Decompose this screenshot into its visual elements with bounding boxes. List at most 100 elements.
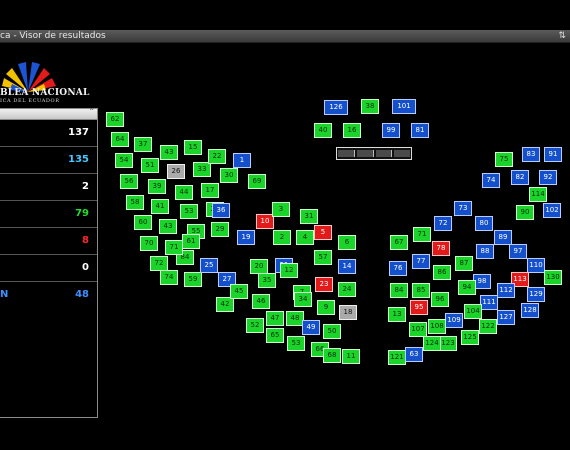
seat-51[interactable]: 51 — [141, 158, 159, 173]
seat-70[interactable]: 70 — [140, 236, 158, 251]
seat-56[interactable]: 56 — [120, 174, 138, 189]
seat-63[interactable]: 63 — [405, 347, 423, 362]
seat-15[interactable]: 15 — [184, 140, 202, 155]
seat-41[interactable]: 41 — [151, 199, 169, 214]
seat-91[interactable]: 91 — [544, 147, 562, 162]
seat-61[interactable]: 61 — [182, 234, 200, 249]
seat-78[interactable]: 78 — [432, 241, 450, 256]
seat-6[interactable]: 6 — [338, 235, 356, 250]
seat-53[interactable]: 53 — [287, 336, 305, 351]
seat-39[interactable]: 39 — [148, 179, 166, 194]
seat-62[interactable]: 62 — [106, 112, 124, 127]
seat-45[interactable]: 45 — [230, 284, 248, 299]
seat-86[interactable]: 86 — [433, 265, 451, 280]
seat-42[interactable]: 42 — [216, 297, 234, 312]
seat-71[interactable]: 71 — [165, 240, 183, 255]
seat-60[interactable]: 60 — [134, 215, 152, 230]
seat-87[interactable]: 87 — [455, 256, 473, 271]
seat-38[interactable]: 38 — [361, 99, 379, 114]
seat-102[interactable]: 102 — [543, 203, 561, 218]
seat-128[interactable]: 128 — [521, 303, 539, 318]
seat-26[interactable]: 26 — [167, 164, 185, 179]
seat-123[interactable]: 123 — [439, 336, 457, 351]
seat-52[interactable]: 52 — [246, 318, 264, 333]
seat-50[interactable]: 50 — [323, 324, 341, 339]
seat-49[interactable]: 49 — [302, 320, 320, 335]
seat-30[interactable]: 30 — [220, 168, 238, 183]
seat-81[interactable]: 81 — [411, 123, 429, 138]
seat-101[interactable]: 101 — [392, 99, 416, 114]
seat-130[interactable]: 130 — [544, 270, 562, 285]
seat-18[interactable]: 18 — [339, 305, 357, 320]
seat-12[interactable]: 12 — [280, 263, 298, 278]
seat-69[interactable]: 69 — [248, 174, 266, 189]
seat-114[interactable]: 114 — [529, 187, 547, 202]
seat-13[interactable]: 13 — [388, 307, 406, 322]
seat-23[interactable]: 23 — [315, 277, 333, 292]
seat-96[interactable]: 96 — [431, 292, 449, 307]
seat-24[interactable]: 24 — [338, 282, 356, 297]
seat-85[interactable]: 85 — [412, 283, 430, 298]
seat-5[interactable]: 5 — [314, 225, 332, 240]
seat-109[interactable]: 109 — [445, 313, 463, 328]
seat-3[interactable]: 3 — [272, 202, 290, 217]
seat-19[interactable]: 19 — [237, 230, 255, 245]
seat-16[interactable]: 16 — [343, 123, 361, 138]
seat-107[interactable]: 107 — [409, 322, 427, 337]
seat-35[interactable]: 35 — [258, 273, 276, 288]
seat-46[interactable]: 46 — [252, 294, 270, 309]
seat-74[interactable]: 74 — [482, 173, 500, 188]
seat-108[interactable]: 108 — [428, 319, 446, 334]
seat-54[interactable]: 54 — [115, 153, 133, 168]
seat-59[interactable]: 59 — [184, 272, 202, 287]
seat-72[interactable]: 72 — [150, 256, 168, 271]
seat-43[interactable]: 43 — [159, 219, 177, 234]
seat-72[interactable]: 72 — [434, 216, 452, 231]
seat-44[interactable]: 44 — [175, 185, 193, 200]
seat-43[interactable]: 43 — [160, 145, 178, 160]
seat-47[interactable]: 47 — [266, 311, 284, 326]
seat-90[interactable]: 90 — [516, 205, 534, 220]
seat-112[interactable]: 112 — [497, 283, 515, 298]
seat-11[interactable]: 11 — [342, 349, 360, 364]
seat-2[interactable]: 2 — [273, 230, 291, 245]
seat-84[interactable]: 84 — [390, 283, 408, 298]
seat-94[interactable]: 94 — [458, 280, 476, 295]
scroll-up-icon[interactable]: ⌃ — [88, 107, 95, 116]
seat-71[interactable]: 71 — [413, 227, 431, 242]
seat-4[interactable]: 4 — [296, 230, 314, 245]
seat-74[interactable]: 74 — [160, 270, 178, 285]
seat-104[interactable]: 104 — [464, 304, 482, 319]
seat-127[interactable]: 127 — [497, 310, 515, 325]
seat-122[interactable]: 122 — [479, 319, 497, 334]
seat-88[interactable]: 88 — [476, 244, 494, 259]
seat-34[interactable]: 34 — [294, 292, 312, 307]
seat-125[interactable]: 125 — [461, 330, 479, 345]
seat-40[interactable]: 40 — [314, 123, 332, 138]
seat-73[interactable]: 73 — [454, 201, 472, 216]
seat-22[interactable]: 22 — [208, 149, 226, 164]
seat-65[interactable]: 65 — [266, 328, 284, 343]
seat-82[interactable]: 82 — [511, 170, 529, 185]
seat-68[interactable]: 68 — [323, 348, 341, 363]
seat-129[interactable]: 129 — [527, 287, 545, 302]
seat-33[interactable]: 33 — [193, 162, 211, 177]
window-control-icon[interactable]: ⇅ — [558, 30, 566, 42]
seat-58[interactable]: 58 — [126, 195, 144, 210]
seat-31[interactable]: 31 — [300, 209, 318, 224]
seat-121[interactable]: 121 — [388, 350, 406, 365]
seat-76[interactable]: 76 — [389, 261, 407, 276]
seat-111[interactable]: 111 — [480, 295, 498, 310]
seat-67[interactable]: 67 — [390, 235, 408, 250]
seat-29[interactable]: 29 — [211, 222, 229, 237]
seat-14[interactable]: 14 — [338, 259, 356, 274]
seat-80[interactable]: 80 — [475, 216, 493, 231]
seat-57[interactable]: 57 — [314, 250, 332, 265]
seat-126[interactable]: 126 — [324, 100, 348, 115]
seat-83[interactable]: 83 — [522, 147, 540, 162]
seat-92[interactable]: 92 — [539, 170, 557, 185]
seat-95[interactable]: 95 — [410, 300, 428, 315]
seat-20[interactable]: 20 — [250, 259, 268, 274]
seat-37[interactable]: 37 — [134, 137, 152, 152]
seat-110[interactable]: 110 — [527, 258, 545, 273]
